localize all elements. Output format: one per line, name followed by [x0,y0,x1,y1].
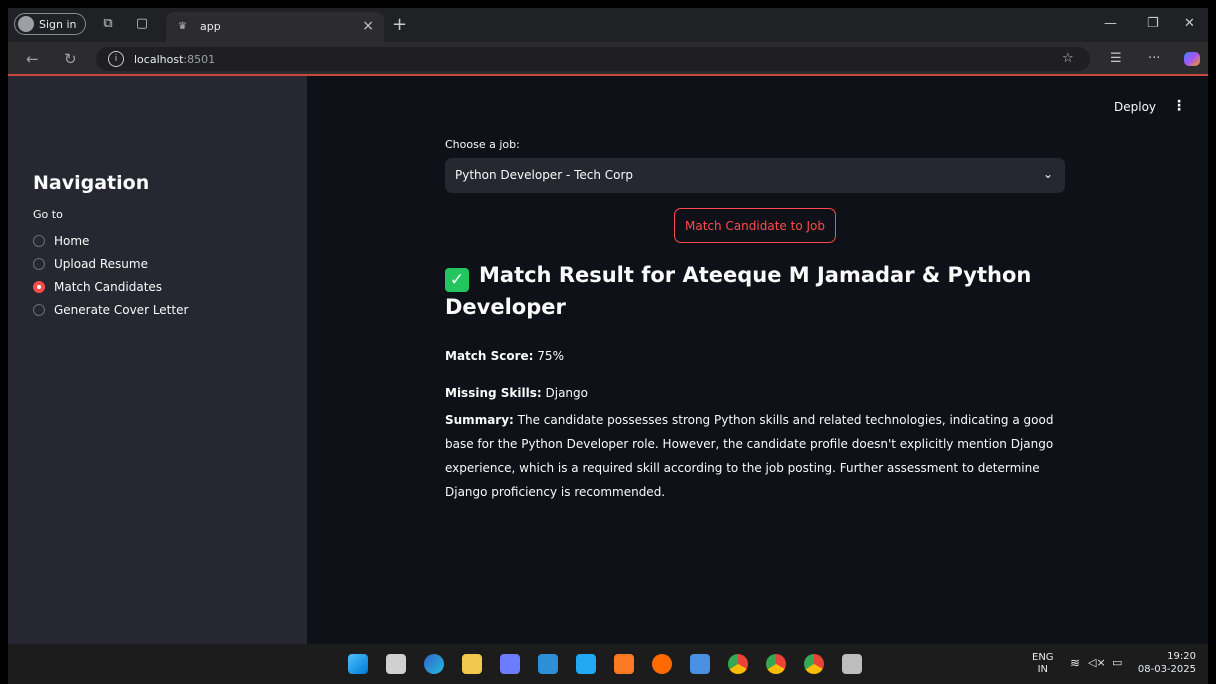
browser-window: Sign in ⧉ ▢ ♛ app × + — ❐ ✕ ← ↻ i localh… [8,8,1208,684]
summary-label: Summary: [445,413,514,427]
region-code: IN [1037,664,1048,675]
summary-paragraph: Summary: The candidate possesses strong … [445,408,1075,504]
missing-skills-value: Django [545,386,589,400]
goto-label: Go to [33,208,63,221]
match-score-value: 75% [537,349,564,363]
sidebar: Navigation Go to Home Upload Resume Matc… [8,76,307,644]
tab-bar: Sign in ⧉ ▢ ♛ app × + — ❐ ✕ [8,8,1208,42]
radio-label: Generate Cover Letter [54,303,189,317]
refresh-icon[interactable]: ↻ [64,50,77,68]
radio-label: Upload Resume [54,257,148,271]
chevron-down-icon: ⌄ [1042,167,1053,181]
radio-circle-icon [33,235,45,247]
favorite-star-icon[interactable]: ☆ [1062,51,1074,66]
tab-title: app [200,20,221,33]
tab-actions-icon[interactable]: ▢ [134,16,150,32]
address-bar: ← ↻ i localhost:8501 ☆ ☰ ··· [8,42,1208,76]
taskbar: ENG IN ≋ ◁× ▭ 19:20 08-03-2025 [8,644,1208,684]
copilot-icon[interactable] [1184,52,1200,66]
more-options-icon[interactable]: ··· [1148,51,1160,66]
result-heading: ✓ Match Result for Ateeque M Jamadar & Py… [445,260,1045,322]
close-tab-icon[interactable]: × [362,18,374,34]
sign-in-label: Sign in [39,17,77,31]
radio-label: Match Candidates [54,280,163,294]
radio-generate-cover-letter[interactable]: Generate Cover Letter [33,303,188,317]
clock-date: 08-03-2025 [1137,664,1196,675]
file-explorer-icon[interactable] [462,654,482,674]
battery-icon[interactable]: ▭ [1112,657,1122,669]
radio-match-candidates[interactable]: Match Candidates [33,280,162,294]
url-field[interactable]: i localhost:8501 [96,47,1090,71]
task-view-icon[interactable] [386,654,406,674]
profile-avatar-icon [18,16,34,32]
radio-circle-icon [33,258,45,270]
match-candidate-button[interactable]: Match Candidate to Job [674,208,836,243]
clock[interactable]: 19:20 08-03-2025 [1138,650,1196,676]
radio-home[interactable]: Home [33,234,89,248]
missing-skills-line: Missing Skills: Django [445,386,588,400]
main-content: Deploy ⋮ Choose a job: Python Developer … [307,76,1208,644]
match-score-line: Match Score: 75% [445,349,564,363]
language-indicator[interactable]: ENG IN [1032,652,1054,676]
radio-label: Home [54,234,90,248]
new-tab-icon[interactable]: + [392,14,407,35]
database-icon[interactable] [842,654,862,674]
job-select-value: Python Developer - Tech Corp [455,168,634,182]
radio-upload-resume[interactable]: Upload Resume [33,257,148,271]
sign-in-button[interactable]: Sign in [14,13,86,35]
missing-skills-label: Missing Skills: [445,386,542,400]
chrome-profile-icon[interactable] [766,654,786,674]
url-host: localhost [134,52,184,66]
minimize-icon[interactable]: — [1104,16,1117,31]
job-select[interactable]: Python Developer - Tech Corp ⌄ [445,158,1065,193]
job-select-label: Choose a job: [445,138,520,151]
site-info-icon[interactable]: i [108,51,124,67]
xampp-icon[interactable] [614,654,634,674]
wifi-icon[interactable]: ≋ [1070,657,1080,669]
workspaces-icon[interactable]: ⧉ [100,16,116,32]
sidebar-title: Navigation [33,172,150,194]
start-icon[interactable] [348,654,368,674]
mail-icon[interactable] [538,654,558,674]
match-score-label: Match Score: [445,349,534,363]
deploy-button[interactable]: Deploy [1114,100,1156,114]
lang-code: ENG [1032,652,1054,663]
summary-text: The candidate possesses strong Python sk… [445,413,1054,499]
chrome-profile-2-icon[interactable] [804,654,824,674]
vscode-icon[interactable] [576,654,596,674]
close-window-icon[interactable]: ✕ [1184,16,1195,31]
check-mark-icon: ✓ [445,268,469,292]
result-title-text: Match Result for Ateeque M Jamadar & Pyt… [445,263,1032,319]
store-icon[interactable] [500,654,520,674]
url-port: :8501 [183,52,216,66]
favorites-icon[interactable]: ☰ [1110,51,1122,66]
app-icon[interactable] [652,654,672,674]
restore-icon[interactable]: ❐ [1147,16,1159,31]
back-icon[interactable]: ← [26,50,39,68]
clock-time: 19:20 [1167,651,1196,662]
tab-app[interactable]: ♛ app × [166,12,384,42]
streamlit-crown-icon: ♛ [178,21,187,32]
edge-icon[interactable] [424,654,444,674]
radio-selected-icon [33,281,45,293]
radio-circle-icon [33,304,45,316]
notepad-icon[interactable] [690,654,710,674]
main-menu-icon[interactable]: ⋮ [1172,98,1186,114]
chrome-icon[interactable] [728,654,748,674]
volume-icon[interactable]: ◁× [1088,657,1106,669]
